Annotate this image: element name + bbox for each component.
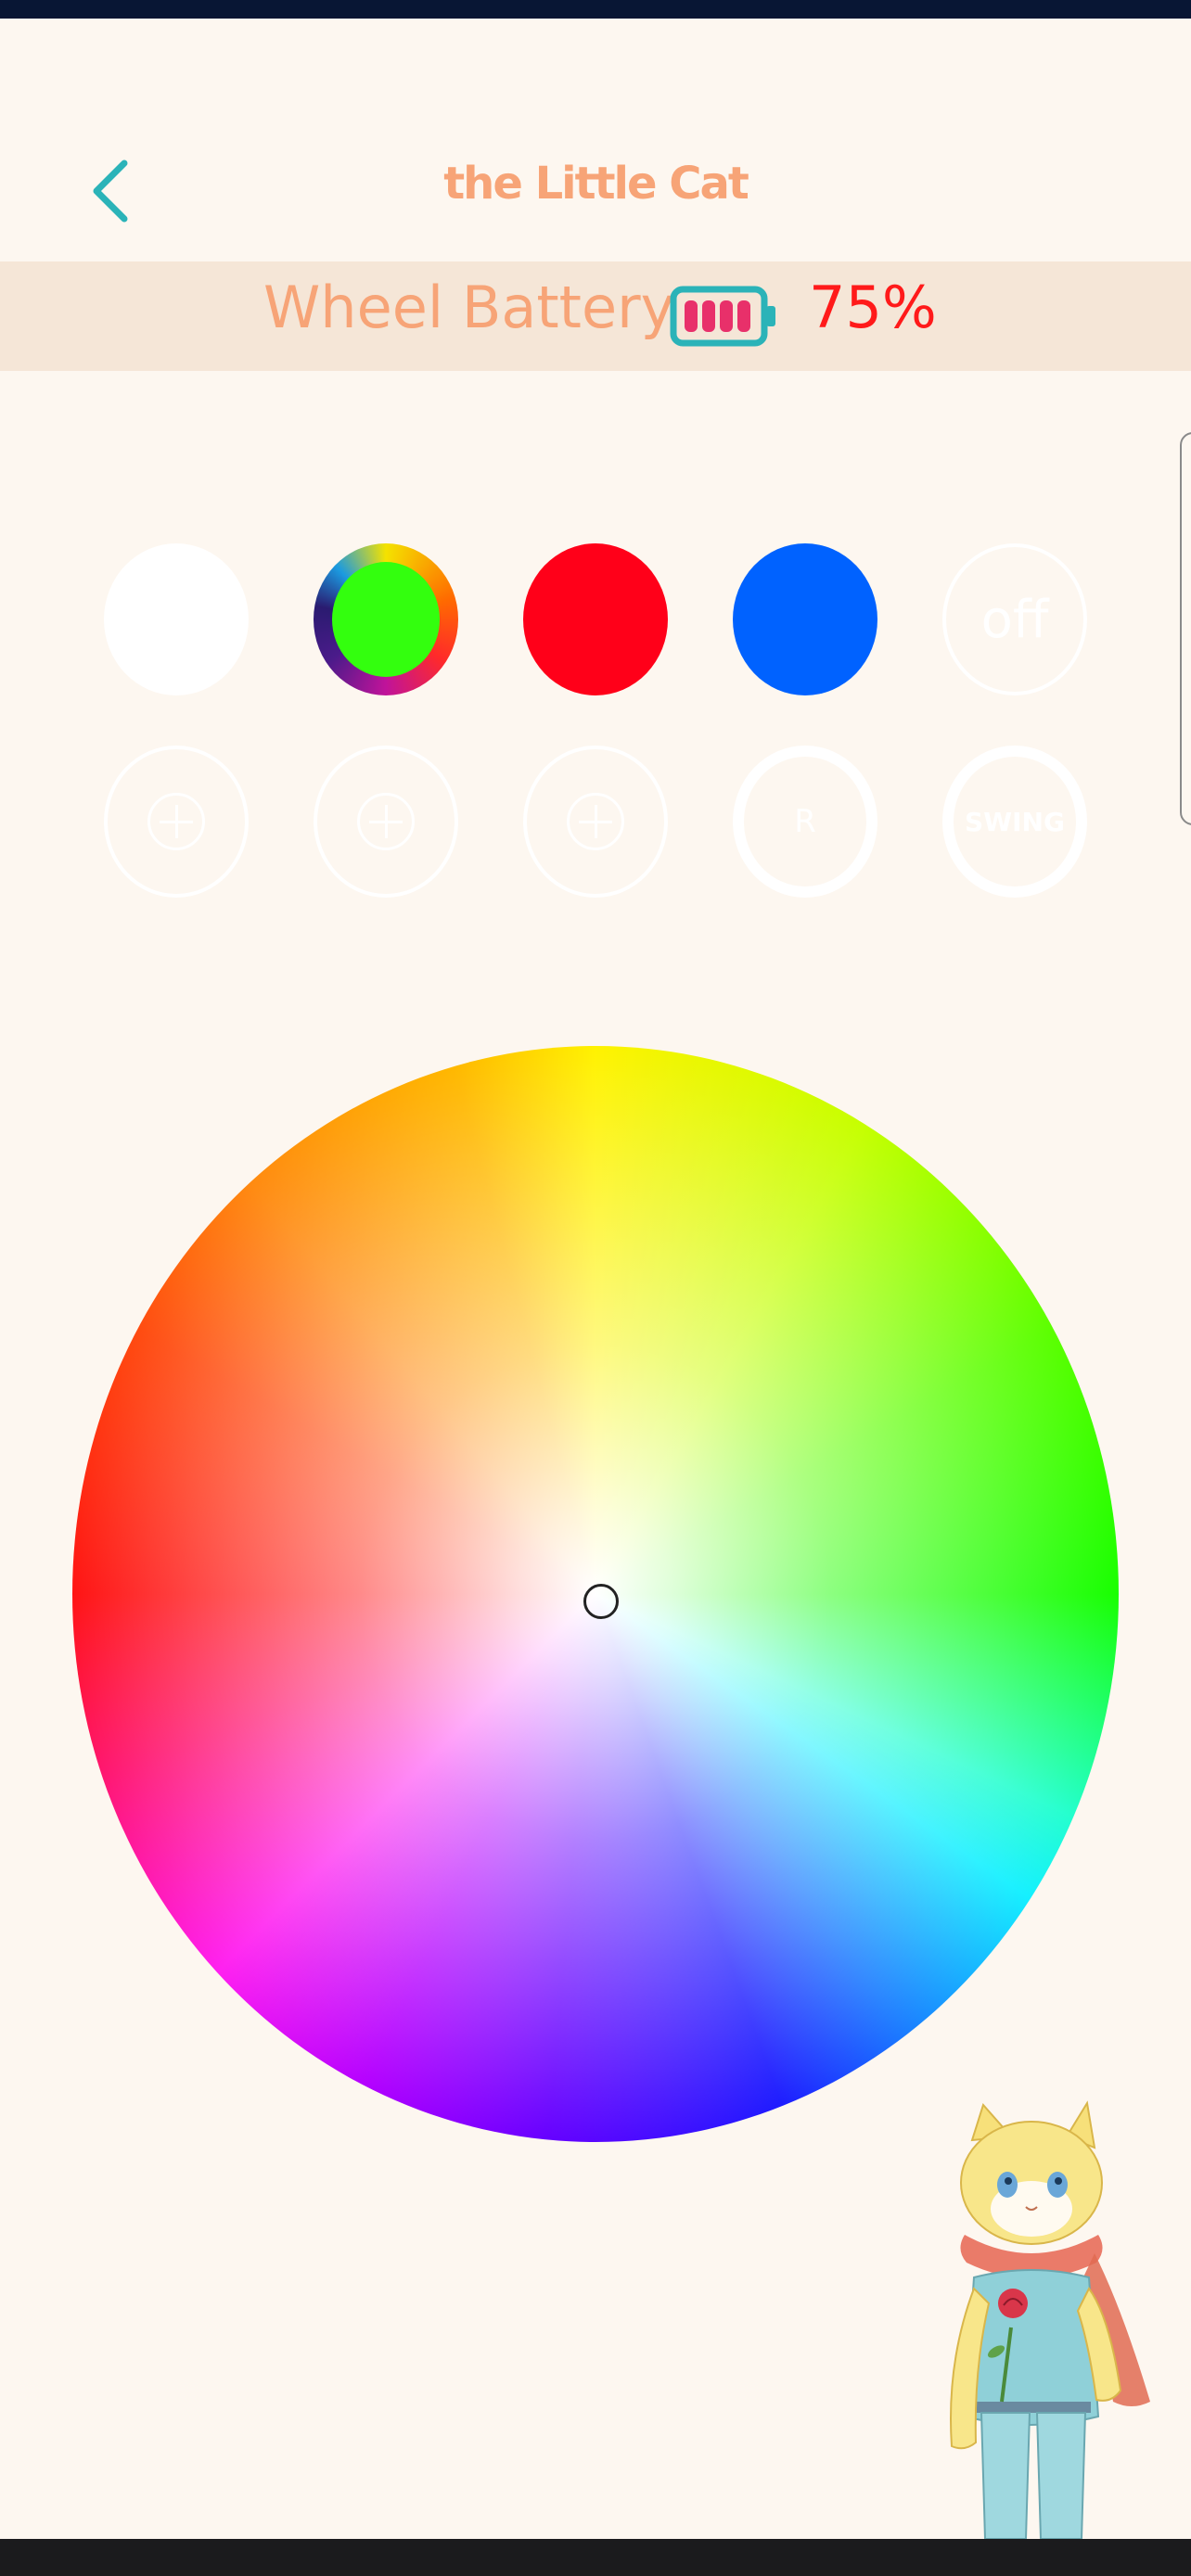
swing-mode-button[interactable]: SWING [942, 746, 1087, 898]
page-title: the Little Cat [443, 158, 749, 210]
rainbow-mode-label: R [794, 803, 816, 840]
custom-slot-3-button[interactable] [523, 746, 668, 898]
custom-slot-2-button[interactable] [314, 746, 458, 898]
swing-mode-label: SWING [965, 806, 1065, 837]
off-button[interactable]: off [942, 543, 1087, 695]
battery-percent: 75% [809, 274, 937, 341]
add-icon [567, 793, 624, 850]
navigation-bar [0, 2539, 1191, 2576]
battery-label: Wheel Battery [263, 274, 675, 341]
color-swatch-blue[interactable] [733, 543, 877, 695]
color-wheel-cursor[interactable] [583, 1584, 619, 1619]
color-swatch-red[interactable] [523, 543, 668, 695]
battery-icon [670, 286, 775, 347]
battery-fill [685, 300, 750, 332]
rainbow-mode-button[interactable]: R [733, 746, 877, 898]
add-icon [357, 793, 415, 850]
cat-mascot-illustration [950, 2100, 1150, 2539]
color-swatch-green-selected[interactable] [314, 543, 458, 695]
custom-slot-1-button[interactable] [104, 746, 249, 898]
off-button-label: off [980, 589, 1049, 650]
side-panel-handle[interactable] [1180, 432, 1191, 825]
add-icon [147, 793, 205, 850]
swatch-inner-green [332, 562, 440, 677]
status-bar [0, 0, 1191, 19]
color-swatch-white[interactable] [104, 543, 249, 695]
